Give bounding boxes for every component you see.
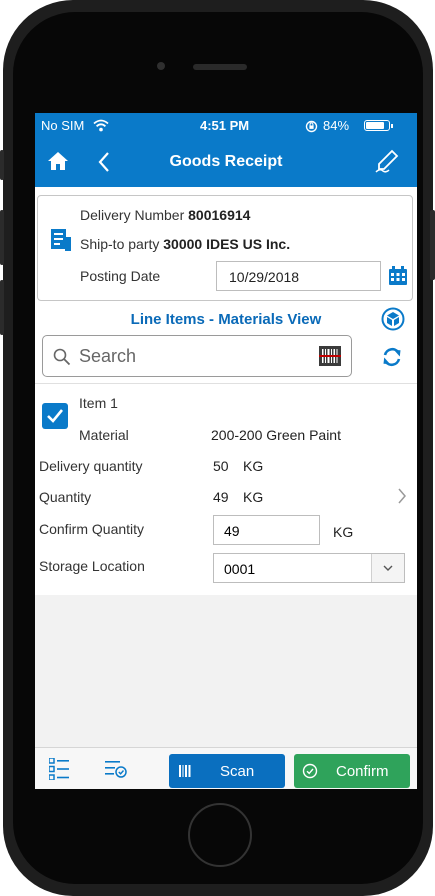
line-items-title: Line Items - Materials View [130,311,322,328]
delivery-number-label: Delivery Number [80,207,185,223]
scan-button-label: Scan [220,763,255,780]
delivery-qty-unit: KG [243,458,264,474]
battery-icon [364,120,393,131]
mute-switch [0,150,4,180]
app-screen: No SIM 4:51 PM 84% Goods Receipt Deliver… [35,113,417,789]
box-settings-icon[interactable] [381,307,405,331]
volume-down-button [0,280,4,335]
page-title: Goods Receipt [169,153,283,170]
clock-text: 4:51 PM [200,118,250,133]
quantity-value: 49 [213,489,229,505]
item-title-prefix: Item [79,395,107,411]
ship-to-label: Ship-to party [80,236,160,252]
shell-bar: Goods Receipt [35,139,417,187]
barcode-icon[interactable] [319,346,341,366]
list-divider [35,383,417,384]
checkmark-icon [47,409,64,423]
delivery-number-row: Delivery Number 80016914 [80,207,250,223]
confirm-qty-unit: KG [333,524,354,540]
barcode-icon [179,765,191,777]
ship-to-row: Ship-to party 30000 IDES US Inc. [80,236,290,252]
empty-content-area [35,595,417,747]
storage-location-select[interactable]: 0001 [213,553,405,583]
search-icon [53,348,71,366]
chevron-down-icon [383,565,393,571]
delivery-header-panel: Delivery Number 80016914 Ship-to party 3… [37,195,413,301]
posting-date-input[interactable]: 10/29/2018 [216,261,381,291]
signature-icon[interactable] [375,149,399,173]
check-circle-icon [302,763,318,779]
status-bar: No SIM 4:51 PM 84% [35,113,417,139]
refresh-icon[interactable] [381,346,403,368]
power-button [430,210,435,280]
document-list-icon [51,229,71,251]
battery-percent: 84% [323,118,350,133]
item-number: 1 [110,395,118,411]
list-view-icon[interactable] [49,758,69,780]
battery-fill [366,122,384,129]
delivery-number-value: 80016914 [188,207,251,223]
confirm-button-label: Confirm [336,763,389,780]
scan-button[interactable]: Scan [169,754,285,788]
storage-location-label: Storage Location [39,558,145,574]
confirm-qty-input[interactable]: 49 [213,515,320,545]
search-input[interactable]: Search [42,335,352,377]
earpiece-speaker [193,64,247,70]
dropdown-arrow-button[interactable] [371,554,404,582]
ship-to-value: 30000 IDES US Inc. [163,236,291,252]
calendar-icon[interactable] [388,266,408,286]
material-label: Material [79,427,129,443]
wifi-icon [93,119,109,132]
quantity-unit: KG [243,489,264,505]
delivery-qty-value: 50 [213,458,229,474]
storage-location-value: 0001 [224,561,256,577]
confirm-button[interactable]: Confirm [294,754,410,788]
footer-toolbar: Scan Confirm [35,747,417,789]
volume-up-button [0,210,4,265]
battery-tip [391,124,393,128]
quantity-label: Quantity [39,489,92,505]
front-camera [157,62,165,70]
home-button[interactable] [188,803,252,867]
posting-date-label: Posting Date [80,268,161,284]
checklist-icon[interactable] [105,760,127,778]
item-title: Item 1 [79,395,118,411]
carrier-text: No SIM [41,118,85,133]
search-placeholder: Search [79,346,137,366]
orientation-lock-icon [305,120,318,133]
material-value: 200-200 Green Paint [211,427,341,443]
delivery-qty-label: Delivery quantity [39,458,143,474]
item-checkbox[interactable] [42,403,68,429]
chevron-right-icon[interactable] [397,487,407,505]
confirm-qty-label: Confirm Quantity [39,521,145,537]
